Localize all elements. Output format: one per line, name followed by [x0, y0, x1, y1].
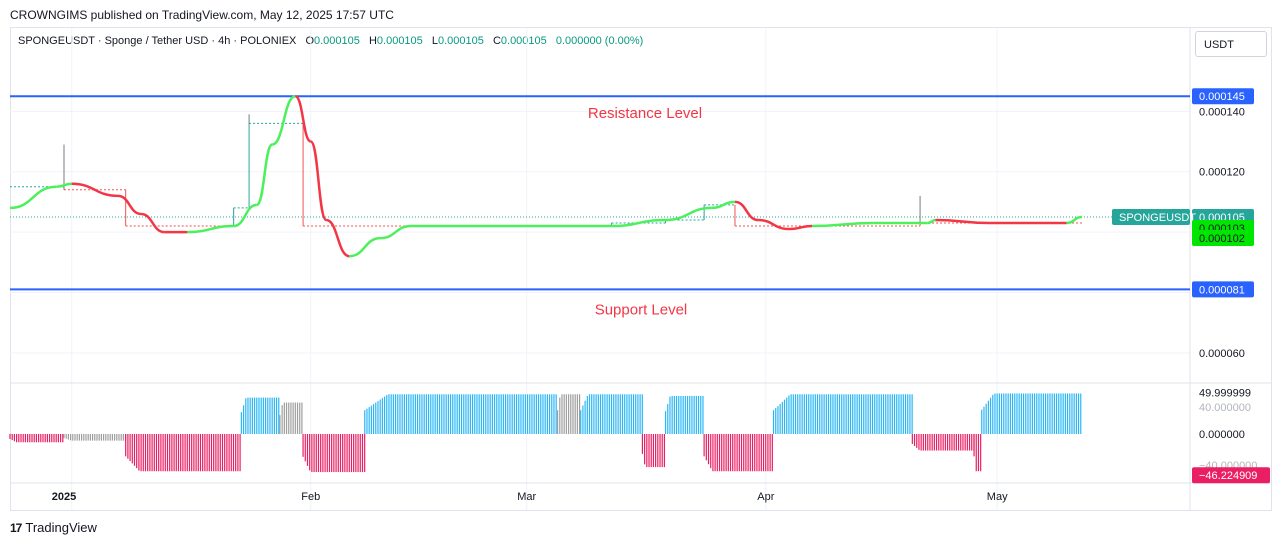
ma-segment	[349, 236, 381, 258]
price-tick: 0.000120	[1199, 167, 1245, 179]
osc-neg-tag: −46.224909	[1199, 470, 1257, 482]
ma-segment	[71, 182, 118, 198]
osc-tick-zero: 0.000000	[1199, 429, 1245, 441]
ma-segment	[271, 94, 296, 146]
reference-lines: Resistance Level Support Level	[10, 95, 1190, 318]
ma-segment	[935, 218, 990, 225]
ma-tag-2: 0.000102	[1199, 233, 1245, 245]
ma-segment	[665, 206, 712, 222]
time-tick: May	[987, 491, 1008, 503]
ma-segment	[187, 224, 234, 234]
support-label: Support Level	[595, 301, 688, 318]
time-tick: Mar	[517, 491, 536, 503]
osc-tick-top: 49.999999	[1199, 388, 1251, 400]
ma-segment	[711, 200, 736, 210]
time-tick: Feb	[301, 491, 320, 503]
ma-segment	[233, 203, 258, 228]
ma-segment	[325, 218, 350, 258]
footer: 17 TradingView	[10, 520, 97, 535]
price-chart[interactable]: Resistance LevelSupport Level 0.0001400.…	[0, 0, 1281, 546]
ma-segment	[117, 194, 142, 216]
step-series	[10, 114, 1083, 227]
support-tag: 0.000081	[1199, 284, 1245, 296]
tradingview-logo-icon: 17	[10, 520, 22, 535]
ma-segment	[9, 185, 57, 210]
ma-segment	[56, 182, 72, 189]
ma-segment	[927, 218, 936, 225]
oscillator-pane	[9, 393, 1082, 473]
grid-lines	[10, 28, 1272, 510]
ma-segment	[1066, 215, 1083, 225]
osc-ghost-top: 40.000000	[1199, 402, 1251, 414]
footer-brand: TradingView	[25, 520, 97, 535]
price-tick: 0.000140	[1199, 106, 1245, 118]
symbol-tag: SPONGEUSDT	[1119, 212, 1196, 224]
ma-segment	[255, 143, 274, 207]
ma-segment	[758, 218, 790, 231]
axes: 0.000140 0.000120 0.000060 0.000145 0.000081…	[52, 88, 1270, 503]
resistance-tag: 0.000145	[1199, 91, 1245, 103]
time-tick: 2025	[52, 491, 76, 503]
time-tick: Apr	[757, 491, 774, 503]
resistance-label: Resistance Level	[588, 105, 702, 122]
price-tick: 0.000060	[1199, 348, 1245, 360]
ma-segment	[309, 140, 328, 222]
